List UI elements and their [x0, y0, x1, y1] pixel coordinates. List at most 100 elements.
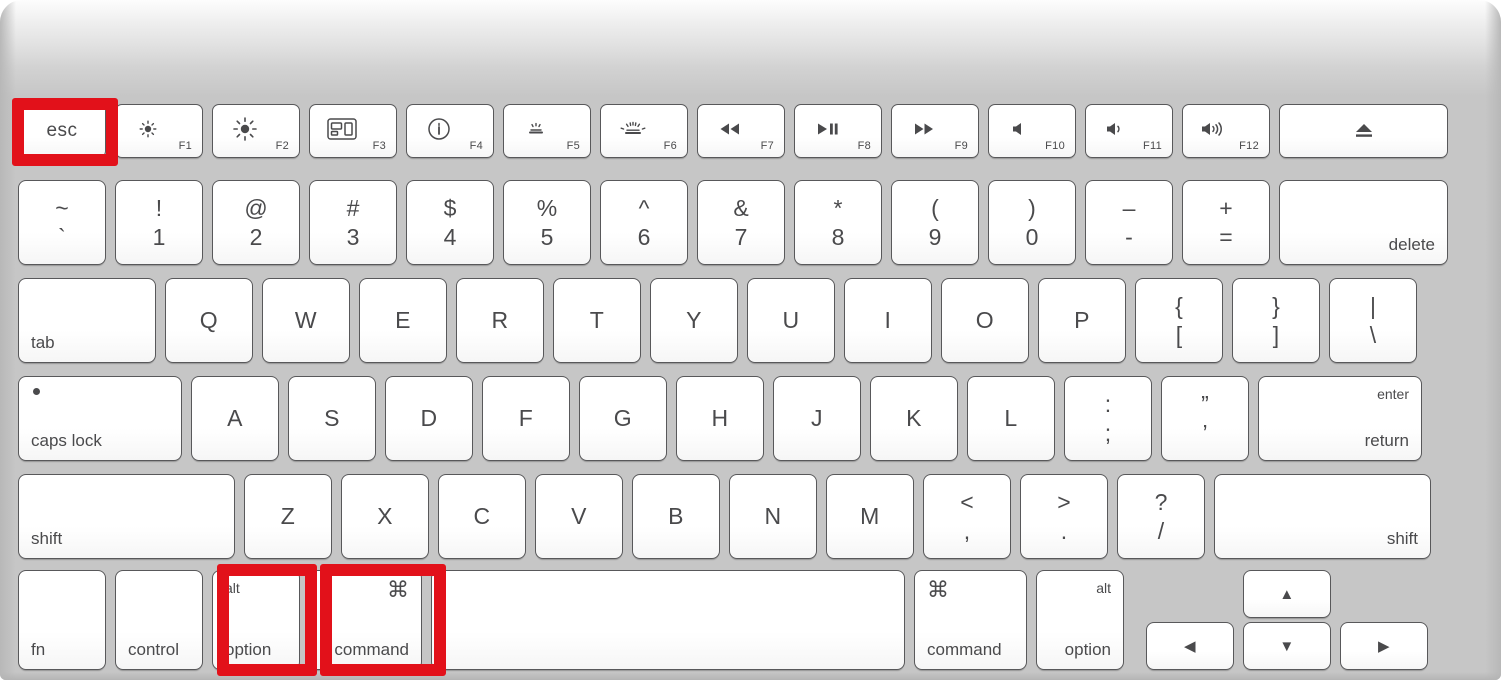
key-esc[interactable]: esc — [18, 104, 106, 158]
key-u[interactable]: U — [747, 278, 835, 363]
key-s[interactable]: S — [288, 376, 376, 461]
key-arrow-down[interactable]: ▼ — [1243, 622, 1331, 670]
key-c[interactable]: C — [438, 474, 526, 559]
key-s-label: S — [324, 405, 340, 431]
key-shift-left[interactable]: shift — [18, 474, 235, 559]
key-3[interactable]: # 3 — [309, 180, 397, 265]
key-c-label: C — [473, 503, 491, 529]
key-f-label: F — [518, 405, 534, 431]
key-equals[interactable]: + = — [1182, 180, 1270, 265]
key-r[interactable]: R — [456, 278, 544, 363]
key-f9-fast-forward[interactable]: F9 — [891, 104, 979, 158]
key-2[interactable]: @ 2 — [212, 180, 300, 265]
key-f10-mute[interactable]: F10 — [988, 104, 1076, 158]
key-f5-keyboard-backlight-down[interactable]: F5 — [503, 104, 591, 158]
key-command-left-label: command — [334, 640, 409, 659]
key-arrow-left[interactable]: ◀ — [1146, 622, 1234, 670]
key-semicolon[interactable]: : ; — [1064, 376, 1152, 461]
key-v-label: V — [571, 503, 587, 529]
key-option-left[interactable]: alt option — [212, 570, 300, 670]
key-eject[interactable] — [1279, 104, 1448, 158]
keyboard-left-edge — [0, 0, 16, 680]
key-o[interactable]: O — [941, 278, 1029, 363]
key-z[interactable]: Z — [244, 474, 332, 559]
key-fn[interactable]: fn — [18, 570, 106, 670]
key-4[interactable]: $ 4 — [406, 180, 494, 265]
key-f[interactable]: F — [482, 376, 570, 461]
key-9-upper: ( — [931, 194, 939, 221]
key-i-label: I — [884, 307, 892, 333]
key-f3-mission-control[interactable]: F3 — [309, 104, 397, 158]
key-p[interactable]: P — [1038, 278, 1126, 363]
key-x[interactable]: X — [341, 474, 429, 559]
key-q[interactable]: Q — [165, 278, 253, 363]
key-k[interactable]: K — [870, 376, 958, 461]
key-y[interactable]: Y — [650, 278, 738, 363]
key-j[interactable]: J — [773, 376, 861, 461]
key-f6-keyboard-backlight-up[interactable]: F6 — [600, 104, 688, 158]
key-7[interactable]: & 7 — [697, 180, 785, 265]
key-tilde-lower: ` — [58, 223, 66, 250]
key-period[interactable]: > . — [1020, 474, 1108, 559]
key-backslash[interactable]: | \ — [1329, 278, 1417, 363]
key-3-lower: 3 — [346, 223, 360, 250]
key-delete-label: delete — [1388, 235, 1435, 254]
key-f7-rewind[interactable]: F7 — [697, 104, 785, 158]
key-backslash-upper: | — [1370, 292, 1376, 319]
key-w[interactable]: W — [262, 278, 350, 363]
key-f4-launchpad[interactable]: F4 — [406, 104, 494, 158]
key-comma[interactable]: < , — [923, 474, 1011, 559]
key-semicolon-lower: ; — [1104, 419, 1112, 446]
key-f2-fkey-label: F2 — [275, 140, 289, 152]
key-i[interactable]: I — [844, 278, 932, 363]
key-tilde[interactable]: ~ ` — [18, 180, 106, 265]
key-shift-right[interactable]: shift — [1214, 474, 1431, 559]
key-f12-fkey-label: F12 — [1239, 140, 1259, 152]
key-5[interactable]: % 5 — [503, 180, 591, 265]
key-tab[interactable]: tab — [18, 278, 156, 363]
key-f11-volume-down[interactable]: F11 — [1085, 104, 1173, 158]
key-d[interactable]: D — [385, 376, 473, 461]
key-option-right-alt-label: alt — [1096, 580, 1111, 596]
key-l[interactable]: L — [967, 376, 1055, 461]
key-delete[interactable]: delete — [1279, 180, 1448, 265]
play-pause-icon — [795, 105, 859, 153]
key-slash[interactable]: ? / — [1117, 474, 1205, 559]
key-n[interactable]: N — [729, 474, 817, 559]
key-v[interactable]: V — [535, 474, 623, 559]
key-comma-lower: , — [963, 517, 971, 544]
key-f12-volume-up[interactable]: F12 — [1182, 104, 1270, 158]
key-bracket-right-lower: ] — [1272, 321, 1280, 348]
key-space-label — [432, 571, 904, 669]
key-a-label: A — [227, 405, 243, 431]
key-8[interactable]: * 8 — [794, 180, 882, 265]
key-bracket-left[interactable]: { [ — [1135, 278, 1223, 363]
key-9[interactable]: ( 9 — [891, 180, 979, 265]
key-0[interactable]: ) 0 — [988, 180, 1076, 265]
key-f8-play-pause[interactable]: F8 — [794, 104, 882, 158]
key-f2-brightness-up[interactable]: F2 — [212, 104, 300, 158]
key-command-left[interactable]: ⌘ command — [309, 570, 422, 670]
key-quote[interactable]: ” ’ — [1161, 376, 1249, 461]
key-space[interactable] — [431, 570, 905, 670]
key-e[interactable]: E — [359, 278, 447, 363]
key-m[interactable]: M — [826, 474, 914, 559]
key-option-right[interactable]: alt option — [1036, 570, 1124, 670]
key-g[interactable]: G — [579, 376, 667, 461]
key-control[interactable]: control — [115, 570, 203, 670]
key-caps-lock[interactable]: caps lock — [18, 376, 182, 461]
key-arrow-up[interactable]: ▲ — [1243, 570, 1331, 618]
key-6[interactable]: ^ 6 — [600, 180, 688, 265]
key-return[interactable]: enter return — [1258, 376, 1422, 461]
key-1[interactable]: ! 1 — [115, 180, 203, 265]
key-f1-brightness-down[interactable]: F1 — [115, 104, 203, 158]
key-command-right[interactable]: ⌘ command — [914, 570, 1027, 670]
key-hyphen-lower: - — [1125, 223, 1133, 250]
key-hyphen[interactable]: – - — [1085, 180, 1173, 265]
key-a[interactable]: A — [191, 376, 279, 461]
key-bracket-right[interactable]: } ] — [1232, 278, 1320, 363]
key-t[interactable]: T — [553, 278, 641, 363]
key-b[interactable]: B — [632, 474, 720, 559]
key-arrow-right[interactable]: ▶ — [1340, 622, 1428, 670]
key-h[interactable]: H — [676, 376, 764, 461]
